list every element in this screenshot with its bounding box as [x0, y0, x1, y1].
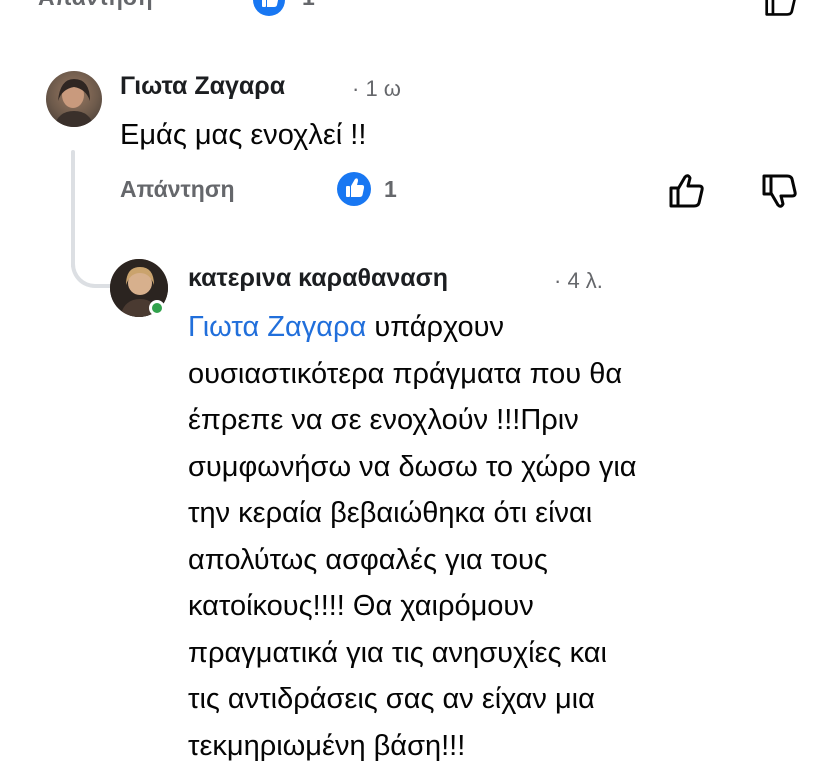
comment-line: κατοίκους!!!! Θα χαιρόμουν: [188, 583, 818, 630]
comment-line: την κεραία βεβαιώθηκα ότι είναι: [188, 490, 818, 537]
comment-text: Εμάς μας ενοχλεί !!: [120, 119, 366, 152]
reply-button[interactable]: Απάντηση: [38, 0, 153, 11]
thumbs-down-icon[interactable]: [760, 172, 800, 210]
comment-author[interactable]: κατερινα καραθαναση: [188, 264, 448, 293]
comment-line: απολύτως ασφαλές για τους: [188, 537, 818, 584]
comment-line: τεκμηριωμένη βάση!!!: [188, 723, 818, 769]
thumbs-up-icon[interactable]: [762, 0, 800, 18]
comment-line: ουσιαστικότερα πράγματα που θα: [188, 351, 818, 398]
online-status-indicator: [149, 300, 165, 316]
comment-text: Γιωτα Ζαγαρα υπάρχουν ουσιαστικότερα πρά…: [188, 304, 818, 769]
comment-line-text: υπάρχουν: [366, 311, 504, 343]
reply-button[interactable]: Απάντηση: [120, 176, 235, 203]
comment-timestamp[interactable]: · 1 ω: [352, 76, 401, 102]
avatar[interactable]: [46, 71, 102, 127]
comment-line: συμφωνήσω να δωσω το χώρο για: [188, 444, 818, 491]
comment-timestamp[interactable]: · 4 λ.: [554, 268, 603, 294]
like-count: 1: [384, 176, 397, 203]
comment-line: Γιωτα Ζαγαρα υπάρχουν: [188, 304, 818, 351]
mention-link[interactable]: Γιωτα Ζαγαρα: [188, 311, 366, 343]
comment-line: έπρεπε να σε ενοχλούν !!!Πριν: [188, 397, 818, 444]
like-badge-icon[interactable]: [336, 171, 372, 207]
comment-author[interactable]: Γιωτα Ζαγαρα: [120, 72, 285, 101]
comment-line: πραγματικά για τις ανησυχίες και: [188, 630, 818, 677]
comment-line: τις αντιδράσεις σας αν είχαν μια: [188, 676, 818, 723]
profile-photo: [46, 71, 102, 127]
like-badge-icon: [250, 0, 288, 18]
like-count: 1: [302, 0, 315, 11]
thumbs-up-icon[interactable]: [667, 172, 707, 210]
